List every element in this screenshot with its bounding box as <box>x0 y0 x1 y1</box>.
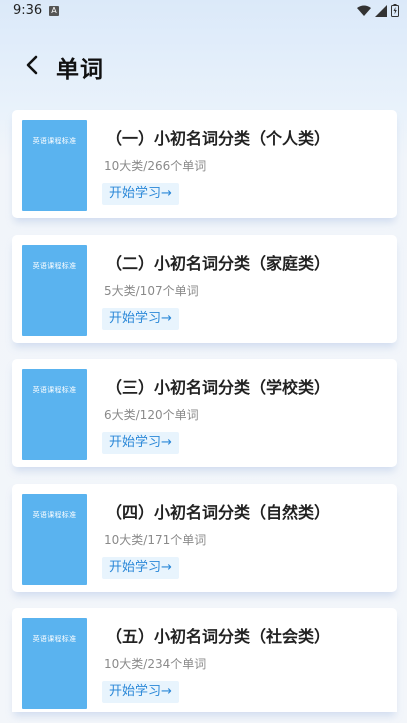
cover-title: 英语课程标准 <box>32 262 77 270</box>
status-bar: 9:36 A <box>0 0 407 24</box>
book-title: （一）小初名词分类（个人类） <box>106 129 331 148</box>
book-meta: 10大类/234个单词 <box>104 657 207 671</box>
book-title: （五）小初名词分类（社会类） <box>106 627 331 646</box>
book-cover: 英语课程标准 <box>22 120 87 211</box>
start-learning-button[interactable]: 开始学习→ <box>102 681 179 703</box>
book-meta: 10大类/266个单词 <box>104 159 207 173</box>
notification-icon: A <box>49 6 59 16</box>
start-learning-button[interactable]: 开始学习→ <box>102 308 179 330</box>
book-cover: 英语课程标准 <box>22 494 87 585</box>
book-title: （四）小初名词分类（自然类） <box>106 503 331 522</box>
book-cover: 英语课程标准 <box>22 369 87 460</box>
cover-title: 英语课程标准 <box>32 386 77 394</box>
book-meta: 6大类/120个单词 <box>104 408 199 422</box>
signal-icon <box>375 4 387 17</box>
status-icons <box>357 4 399 17</box>
book-meta: 5大类/107个单词 <box>104 284 199 298</box>
book-card[interactable]: 英语课程标准 （四）小初名词分类（自然类） 10大类/171个单词 开始学习→ <box>12 484 397 592</box>
cover-title: 英语课程标准 <box>32 137 77 145</box>
book-card[interactable]: 英语课程标准 （二）小初名词分类（家庭类） 5大类/107个单词 开始学习→ <box>12 235 397 343</box>
start-learning-button[interactable]: 开始学习→ <box>102 557 179 579</box>
header: 单词 <box>0 44 407 88</box>
book-title: （三）小初名词分类（学校类） <box>106 378 331 397</box>
book-cover: 英语课程标准 <box>22 245 87 336</box>
book-cover: 英语课程标准 <box>22 618 87 709</box>
back-icon[interactable] <box>22 54 44 76</box>
start-learning-button[interactable]: 开始学习→ <box>102 183 179 205</box>
cover-title: 英语课程标准 <box>32 635 77 643</box>
page-title: 单词 <box>56 57 104 83</box>
book-card[interactable]: 英语课程标准 （五）小初名词分类（社会类） 10大类/234个单词 开始学习→ <box>12 608 397 712</box>
status-time: 9:36 <box>13 3 43 18</box>
book-meta: 10大类/171个单词 <box>104 533 207 547</box>
book-card[interactable]: 英语课程标准 （三）小初名词分类（学校类） 6大类/120个单词 开始学习→ <box>12 359 397 467</box>
cover-title: 英语课程标准 <box>32 511 77 519</box>
book-card[interactable]: 英语课程标准 （一）小初名词分类（个人类） 10大类/266个单词 开始学习→ <box>12 110 397 218</box>
start-learning-button[interactable]: 开始学习→ <box>102 432 179 454</box>
book-title: （二）小初名词分类（家庭类） <box>106 254 331 273</box>
battery-icon <box>391 4 399 17</box>
wifi-icon <box>357 5 371 16</box>
